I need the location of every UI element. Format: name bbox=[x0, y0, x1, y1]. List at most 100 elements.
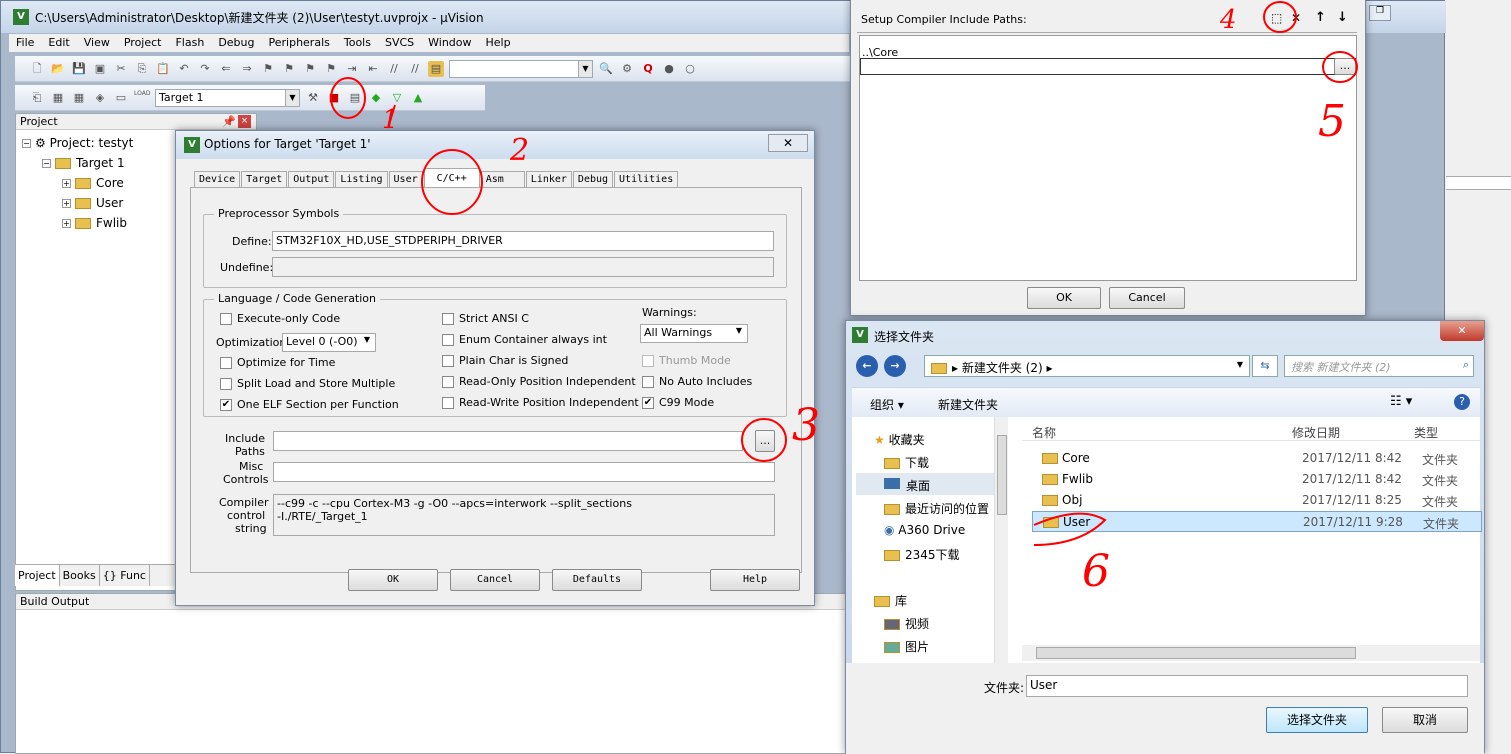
menu-svcs[interactable]: SVCS bbox=[378, 34, 421, 52]
menu-file[interactable]: File bbox=[9, 34, 41, 52]
folder-row[interactable]: User 2017/12/11 9:28 文件夹 bbox=[1032, 511, 1482, 532]
back-button[interactable]: ← bbox=[856, 355, 878, 377]
bookmark-next-icon[interactable]: ⚑ bbox=[302, 61, 318, 77]
batch-build-icon[interactable]: ◈ bbox=[92, 90, 108, 106]
nav-scrollbar[interactable] bbox=[994, 417, 1008, 663]
enum-container-checkbox[interactable]: Enum Container always int bbox=[442, 333, 607, 346]
menu-tools[interactable]: Tools bbox=[337, 34, 378, 52]
uncomment-icon[interactable]: // bbox=[407, 61, 423, 77]
organize-button[interactable]: 组织 ▾ bbox=[870, 396, 904, 413]
c99-mode-checkbox[interactable]: ✔ C99 Mode bbox=[642, 396, 714, 409]
nav-pictures[interactable]: 图片 bbox=[884, 638, 929, 655]
target-select[interactable]: Target 1 ▼ bbox=[155, 88, 300, 107]
undo-icon[interactable]: ↶ bbox=[176, 61, 192, 77]
breakpoint-icon[interactable]: ● bbox=[661, 61, 677, 77]
tree-project-root[interactable]: − ⚙ Project: testyt bbox=[22, 136, 133, 150]
include-cancel-button[interactable]: Cancel bbox=[1109, 287, 1185, 309]
menu-debug[interactable]: Debug bbox=[211, 34, 261, 52]
search-input[interactable]: 搜索 新建文件夹 (2) ⌕ bbox=[1284, 355, 1474, 377]
tab-utilities[interactable]: Utilities bbox=[614, 171, 679, 188]
new-file-icon[interactable]: 🗋 bbox=[29, 61, 45, 77]
horizontal-scrollbar[interactable] bbox=[1022, 645, 1480, 661]
folder-cancel-button[interactable]: 取消 bbox=[1382, 707, 1468, 733]
tab-user[interactable]: User bbox=[388, 171, 423, 188]
build-icon[interactable]: ▦ bbox=[50, 90, 66, 106]
select-folder-button[interactable]: 选择文件夹 bbox=[1266, 707, 1368, 733]
help-button[interactable]: Help bbox=[710, 569, 800, 591]
target-options-icon[interactable]: ⚒ bbox=[305, 90, 321, 106]
nav-favorites[interactable]: ★ 收藏夹 bbox=[874, 431, 925, 448]
redo-icon[interactable]: ↷ bbox=[197, 61, 213, 77]
move-up-icon[interactable]: ↑ bbox=[1315, 10, 1326, 25]
tab-project[interactable]: Project bbox=[15, 565, 60, 586]
close-panel-icon[interactable]: × bbox=[238, 115, 251, 128]
view-options-icon[interactable]: ☷ ▾ bbox=[1390, 394, 1412, 409]
find-combo[interactable]: ▼ bbox=[449, 59, 593, 78]
tab-target[interactable]: Target bbox=[241, 171, 288, 188]
menu-window[interactable]: Window bbox=[421, 34, 478, 52]
menu-flash[interactable]: Flash bbox=[168, 34, 211, 52]
tab-linker[interactable]: Linker bbox=[525, 171, 572, 188]
nav-videos[interactable]: 视频 bbox=[884, 615, 929, 632]
paste-icon[interactable]: 📋 bbox=[155, 61, 171, 77]
menu-view[interactable]: View bbox=[77, 34, 117, 52]
refresh-button[interactable]: ⇆ bbox=[1252, 355, 1278, 377]
debug-start-icon[interactable]: Q bbox=[640, 61, 656, 77]
include-ok-button[interactable]: OK bbox=[1027, 287, 1101, 309]
address-bar[interactable]: ▸ 新建文件夹 (2) ▸ ▼ bbox=[924, 355, 1250, 377]
nav-2345-downloads[interactable]: 2345下载 bbox=[884, 546, 960, 563]
one-elf-section-checkbox[interactable]: ✔ One ELF Section per Function bbox=[220, 398, 399, 411]
unindent-icon[interactable]: ⇤ bbox=[365, 61, 381, 77]
nav-recent[interactable]: 最近访问的位置 bbox=[884, 500, 989, 517]
delete-path-icon[interactable]: ✕ bbox=[1291, 11, 1301, 25]
copy-icon[interactable]: ⎘ bbox=[134, 61, 150, 77]
include-paths-input[interactable] bbox=[273, 431, 743, 451]
tree-group-user[interactable]: + User bbox=[62, 196, 123, 210]
cut-icon[interactable]: ✂ bbox=[113, 61, 129, 77]
include-paths-browse-button[interactable]: ... bbox=[755, 430, 775, 452]
pack-icon[interactable]: ▲ bbox=[410, 90, 426, 106]
tab-asm[interactable]: Asm bbox=[480, 171, 525, 188]
select-packs-icon[interactable]: ▤ bbox=[347, 90, 363, 106]
include-path-browse-button[interactable]: ... bbox=[1334, 58, 1356, 75]
close-button[interactable]: ✕ bbox=[768, 134, 808, 152]
defaults-button[interactable]: Defaults bbox=[552, 569, 642, 591]
tree-group-core[interactable]: + Core bbox=[62, 176, 124, 190]
menu-edit[interactable]: Edit bbox=[41, 34, 76, 52]
manage-project-items-icon[interactable]: ■ bbox=[326, 90, 342, 106]
execute-only-checkbox[interactable]: Execute-only Code bbox=[220, 312, 340, 325]
stop-build-icon[interactable]: ▭ bbox=[113, 90, 129, 106]
forward-button[interactable]: → bbox=[884, 355, 906, 377]
bookmark-prev-icon[interactable]: ⚑ bbox=[281, 61, 297, 77]
move-down-icon[interactable]: ↓ bbox=[1337, 10, 1348, 25]
tab-debug[interactable]: Debug bbox=[572, 171, 614, 188]
split-load-store-checkbox[interactable]: Split Load and Store Multiple bbox=[220, 377, 395, 390]
pack-installer-icon[interactable]: ▽ bbox=[389, 90, 405, 106]
strict-ansi-checkbox[interactable]: Strict ANSI C bbox=[442, 312, 529, 325]
breakpoint-disable-icon[interactable]: ○ bbox=[682, 61, 698, 77]
folder-row[interactable]: Core 2017/12/11 8:42 文件夹 bbox=[1032, 448, 1482, 469]
folder-row[interactable]: Obj 2017/12/11 8:25 文件夹 bbox=[1032, 490, 1482, 511]
undefine-input[interactable] bbox=[272, 257, 774, 277]
manage-rte-icon[interactable]: ◆ bbox=[368, 90, 384, 106]
load-icon[interactable]: LOAD bbox=[134, 90, 150, 106]
save-icon[interactable]: 💾 bbox=[71, 61, 87, 77]
tab-books[interactable]: Books bbox=[60, 565, 100, 586]
help-icon[interactable]: ? bbox=[1454, 394, 1470, 410]
nav-forward-icon[interactable]: ⇒ bbox=[239, 61, 255, 77]
pin-icon[interactable]: 📌 bbox=[222, 115, 236, 128]
tab-functions[interactable]: {} Func bbox=[100, 565, 150, 586]
save-all-icon[interactable]: ▣ bbox=[92, 61, 108, 77]
no-auto-includes-checkbox[interactable]: No Auto Includes bbox=[642, 375, 752, 388]
ro-position-independent-checkbox[interactable]: Read-Only Position Independent bbox=[442, 375, 636, 388]
rebuild-icon[interactable]: ▦ bbox=[71, 90, 87, 106]
compiler-string-box[interactable]: --c99 -c --cpu Cortex-M3 -g -O0 --apcs=i… bbox=[273, 494, 775, 536]
folder-row[interactable]: Fwlib 2017/12/11 8:42 文件夹 bbox=[1032, 469, 1482, 490]
tab-device[interactable]: Device bbox=[194, 171, 241, 188]
menu-project[interactable]: Project bbox=[117, 34, 169, 52]
indent-icon[interactable]: ⇥ bbox=[344, 61, 360, 77]
nav-desktop[interactable]: 桌面 bbox=[856, 473, 996, 495]
tree-target[interactable]: − Target 1 bbox=[42, 156, 125, 170]
open-icon[interactable]: 📂 bbox=[50, 61, 66, 77]
new-folder-button[interactable]: 新建文件夹 bbox=[938, 396, 998, 413]
